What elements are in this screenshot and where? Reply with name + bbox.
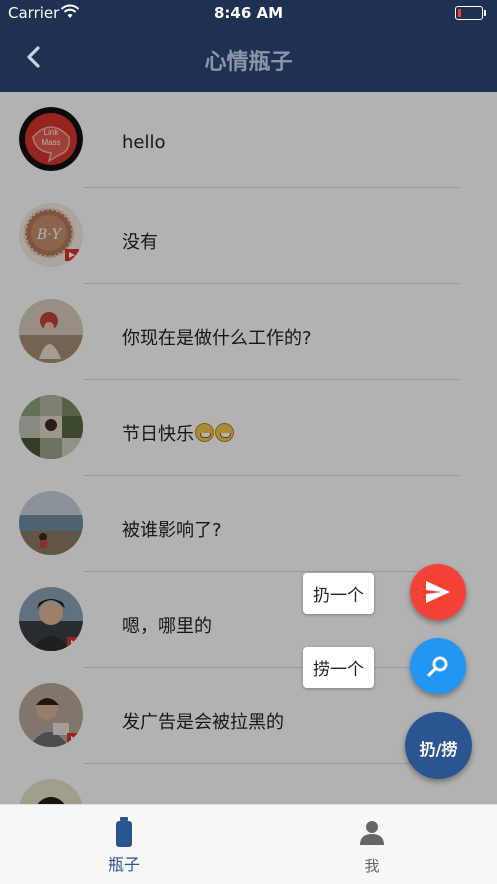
throw-label[interactable]: 扔一个 (303, 573, 374, 614)
svg-text:Mass: Mass (41, 138, 60, 147)
main-fab-label: 扔/捞 (419, 740, 458, 759)
message-list[interactable]: Link Mass hello B·Y 没有 你现在是做什么工作的? 节日快乐 … (0, 92, 497, 804)
message-text-content: 节日快乐 (122, 424, 194, 445)
tab-bar: 瓶子 我 (0, 804, 497, 884)
avatar-linkmass-icon[interactable]: Link Mass (19, 107, 83, 171)
bottle-icon (115, 817, 133, 851)
grinning-face-emoji (195, 423, 214, 442)
message-text: 发广告是会被拉黑的 (122, 712, 284, 733)
list-item[interactable]: 被谁影响了? (0, 476, 497, 572)
grinning-face-emoji (215, 423, 234, 442)
avatar-by-seal-icon[interactable]: B·Y (19, 203, 83, 267)
fish-button[interactable] (410, 638, 466, 694)
message-text: 节日快乐 (122, 420, 234, 446)
fish-label[interactable]: 捞一个 (303, 647, 374, 688)
list-item[interactable]: B·Y 没有 (0, 188, 497, 284)
search-icon (426, 654, 450, 682)
status-bar: Carrier 8:46 AM (0, 0, 497, 26)
list-item[interactable]: 节日快乐 (0, 380, 497, 476)
avatar-photo-icon[interactable] (19, 683, 83, 747)
tab-me[interactable]: 我 (248, 805, 496, 884)
page-title: 心情瓶子 (204, 50, 293, 75)
avatar-photo-icon[interactable] (19, 299, 83, 363)
list-item[interactable]: Link Mass hello (0, 92, 497, 188)
nav-bar: 心情瓶子 (0, 26, 497, 92)
message-text: 嗯，哪里的 (122, 616, 212, 637)
svg-text:B·Y: B·Y (36, 227, 63, 243)
throw-button[interactable] (410, 564, 466, 620)
avatar-photo-icon[interactable] (19, 779, 83, 804)
battery-icon (455, 6, 486, 20)
throw-fish-main-button[interactable]: 扔/捞 (405, 712, 472, 779)
list-item[interactable]: 你现在是做什么工作的? (0, 284, 497, 380)
message-text: hello (122, 132, 166, 153)
avatar-photo-icon[interactable] (19, 395, 83, 459)
tab-label: 瓶子 (107, 855, 140, 874)
person-icon (359, 819, 385, 849)
battery-level-fill (458, 9, 461, 17)
avatar-photo-icon[interactable] (19, 491, 83, 555)
message-text: 你现在是做什么工作的? (122, 328, 312, 349)
message-text: 没有 (122, 232, 158, 253)
tab-label: 我 (364, 857, 380, 875)
send-icon (424, 579, 452, 609)
message-text: 被谁影响了? (122, 520, 222, 541)
avatar-photo-icon[interactable] (19, 587, 83, 651)
status-time: 8:46 AM (213, 4, 284, 22)
tab-bottle[interactable]: 瓶子 (0, 805, 248, 884)
svg-text:Link: Link (44, 128, 60, 137)
